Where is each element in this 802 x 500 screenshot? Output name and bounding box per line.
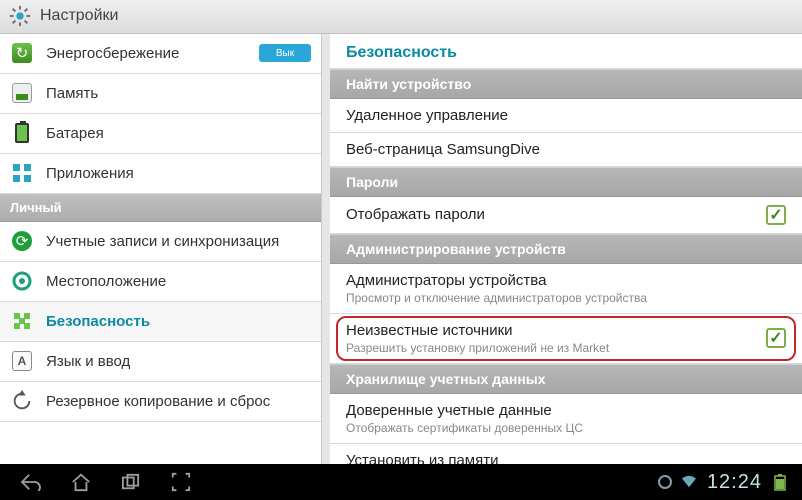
sidebar-item-power-saving[interactable]: ↻ Энергосбережение Вык <box>0 34 321 74</box>
item-install-from-storage[interactable]: Установить из памяти Установить сертифик… <box>330 444 802 465</box>
titlebar: Настройки <box>0 0 802 34</box>
sidebar-item-label: Безопасность <box>46 313 150 330</box>
detail-body[interactable]: Найти устройство Удаленное управление Ве… <box>330 69 802 465</box>
section-passwords: Пароли <box>330 167 802 197</box>
sidebar-item-label: Резервное копирование и сброс <box>46 393 270 410</box>
item-subtitle: Отображать сертификаты доверенных ЦС <box>346 421 583 435</box>
sidebar-item-label: Энергосбережение <box>46 45 179 62</box>
battery-icon <box>10 121 34 145</box>
sidebar-item-memory[interactable]: Память <box>0 74 321 114</box>
sidebar-item-location[interactable]: Местоположение <box>0 262 321 302</box>
power-saving-icon: ↻ <box>10 41 34 65</box>
item-title: Веб-страница SamsungDive <box>346 141 540 158</box>
section-credentials: Хранилище учетных данных <box>330 364 802 394</box>
location-icon <box>10 269 34 293</box>
nav-home-button[interactable] <box>60 468 102 496</box>
item-trusted-credentials[interactable]: Доверенные учетные данные Отображать сер… <box>330 394 802 444</box>
security-icon <box>10 309 34 333</box>
settings-detail-pane: Безопасность Найти устройство Удаленное … <box>322 34 802 465</box>
sidebar-item-label: Батарея <box>46 125 104 142</box>
memory-icon <box>10 81 34 105</box>
item-title: Доверенные учетные данные <box>346 402 583 419</box>
sidebar-item-label: Память <box>46 85 98 102</box>
item-remote-control[interactable]: Удаленное управление <box>330 99 802 133</box>
sidebar-item-label: Местоположение <box>46 273 166 290</box>
sidebar-item-apps[interactable]: Приложения <box>0 154 321 194</box>
wifi-icon <box>680 473 698 491</box>
sidebar-item-label: Учетные записи и синхронизация <box>46 233 279 250</box>
sync-icon: ⟳ <box>10 229 34 253</box>
apps-icon <box>10 161 34 185</box>
sidebar-section-personal: Личный <box>0 194 321 222</box>
nav-recent-button[interactable] <box>110 468 152 496</box>
page-title: Настройки <box>40 7 118 25</box>
system-navbar: 12:24 <box>0 464 802 500</box>
item-subtitle: Разрешить установку приложений не из Mar… <box>346 341 609 355</box>
sidebar-item-language[interactable]: A Язык и ввод <box>0 342 321 382</box>
status-clock: 12:24 <box>707 471 762 494</box>
section-device-admin: Администрирование устройств <box>330 234 802 264</box>
sidebar-item-battery[interactable]: Батарея <box>0 114 321 154</box>
battery-status-icon <box>771 473 789 491</box>
sidebar-item-accounts-sync[interactable]: ⟳ Учетные записи и синхронизация <box>0 222 321 262</box>
item-subtitle: Просмотр и отключение администраторов ус… <box>346 291 647 305</box>
sidebar-item-label: Язык и ввод <box>46 353 130 370</box>
item-title: Неизвестные источники <box>346 322 609 339</box>
item-samsungdive[interactable]: Веб-страница SamsungDive <box>330 133 802 167</box>
detail-title: Безопасность <box>330 34 802 69</box>
item-title: Отображать пароли <box>346 206 485 223</box>
nav-back-button[interactable] <box>10 468 52 496</box>
item-unknown-sources[interactable]: Неизвестные источники Разрешить установк… <box>330 314 802 364</box>
settings-gear-icon <box>8 4 32 28</box>
checkbox-checked-icon[interactable]: ✓ <box>766 205 786 225</box>
notification-icon[interactable] <box>656 473 674 491</box>
power-saving-toggle[interactable]: Вык <box>259 44 311 62</box>
item-show-passwords[interactable]: Отображать пароли ✓ <box>330 197 802 234</box>
sidebar-item-security[interactable]: Безопасность <box>0 302 321 342</box>
item-title: Администраторы устройства <box>346 272 647 289</box>
section-find-device: Найти устройство <box>330 69 802 99</box>
settings-categories-pane: ↻ Энергосбережение Вык Память Батарея Пр… <box>0 34 322 465</box>
item-title: Удаленное управление <box>346 107 508 124</box>
language-icon: A <box>10 349 34 373</box>
item-device-admins[interactable]: Администраторы устройства Просмотр и отк… <box>330 264 802 314</box>
sidebar-item-label: Приложения <box>46 165 134 182</box>
nav-screenshot-button[interactable] <box>160 468 202 496</box>
main-area: ↻ Энергосбережение Вык Память Батарея Пр… <box>0 34 802 465</box>
item-title: Установить из памяти <box>346 452 550 465</box>
backup-icon <box>10 389 34 413</box>
checkbox-checked-icon[interactable]: ✓ <box>766 328 786 348</box>
sidebar-item-backup-reset[interactable]: Резервное копирование и сброс <box>0 382 321 422</box>
